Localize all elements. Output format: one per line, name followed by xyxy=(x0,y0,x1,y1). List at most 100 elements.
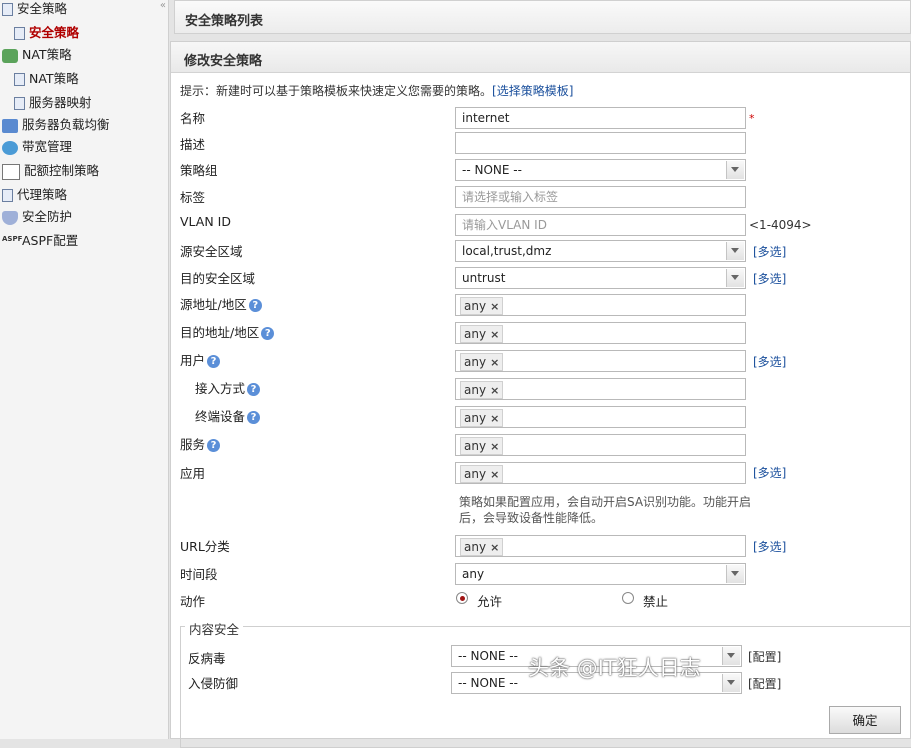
remove-tag-icon[interactable]: × xyxy=(490,300,499,313)
sidebar-item-protection[interactable]: 安全防护 xyxy=(2,206,72,228)
proxy-icon xyxy=(2,189,13,202)
chevron-down-icon[interactable] xyxy=(726,242,744,260)
server-lb-icon xyxy=(2,118,18,133)
src-zone-select[interactable]: local,trust,dmz xyxy=(455,240,746,262)
policy-doc-icon xyxy=(2,3,13,16)
antivirus-config-link[interactable]: [配置] xyxy=(748,648,781,665)
app-multi-link[interactable]: [多选] xyxy=(753,464,786,481)
chevron-down-icon[interactable] xyxy=(722,674,740,692)
deny-label: 禁止 xyxy=(643,594,669,609)
dst-zone-multi-link[interactable]: [多选] xyxy=(753,270,786,287)
user-label: 用户? xyxy=(180,350,221,369)
time-select[interactable]: any xyxy=(455,563,746,585)
url-input[interactable]: any × xyxy=(455,535,746,557)
ok-button[interactable]: 确定 xyxy=(829,706,901,734)
src-zone-label: 源安全区域 xyxy=(180,244,243,259)
dst-addr-label: 目的地址/地区? xyxy=(180,322,275,341)
sidebar-item-proxy[interactable]: 代理策略 xyxy=(2,184,67,206)
chevron-down-icon[interactable] xyxy=(722,647,740,665)
src-addr-label: 源地址/地区? xyxy=(180,294,262,313)
nat-icon xyxy=(2,48,18,63)
tag-chip: any × xyxy=(460,353,504,371)
content-security-legend: 内容安全 xyxy=(185,619,244,638)
group-label: 策略组 xyxy=(180,163,218,178)
dst-zone-select[interactable]: untrust xyxy=(455,267,746,289)
group-select[interactable]: -- NONE -- xyxy=(455,159,746,181)
server-map-icon xyxy=(14,97,25,110)
collapse-sidebar-icon[interactable]: « xyxy=(160,0,166,11)
help-icon[interactable]: ? xyxy=(207,439,221,452)
sidebar-item-server-mapping[interactable]: 服务器映射 xyxy=(14,92,92,114)
action-label: 动作 xyxy=(180,594,206,609)
tag-chip: any × xyxy=(460,297,504,315)
sidebar-item-nat-policy-group[interactable]: NAT策略 xyxy=(2,44,72,66)
ips-label: 入侵防御 xyxy=(188,676,239,691)
sidebar-item-security-policy[interactable]: 安全策略 xyxy=(14,22,79,44)
vlan-range: <1-4094> xyxy=(749,218,812,232)
tag-chip: any × xyxy=(460,437,504,455)
policy-list-title: 安全策略列表 xyxy=(185,14,264,29)
service-input[interactable]: any × xyxy=(455,434,746,456)
name-label: 名称 xyxy=(180,111,206,126)
tag-label: 标签 xyxy=(180,190,206,205)
access-input[interactable]: any × xyxy=(455,378,746,400)
vlan-input[interactable]: 请输入VLAN ID xyxy=(455,214,746,236)
app-note: 策略如果配置应用，会自动开启SA识别功能。功能开启后，会导致设备性能降低。 xyxy=(459,495,752,525)
remove-tag-icon[interactable]: × xyxy=(490,440,499,453)
tag-chip: any × xyxy=(460,325,504,343)
device-label: 终端设备? xyxy=(195,406,261,425)
tag-chip: any × xyxy=(460,465,504,483)
app-input[interactable]: any × xyxy=(455,462,746,484)
remove-tag-icon[interactable]: × xyxy=(490,356,499,369)
user-multi-link[interactable]: [多选] xyxy=(753,353,786,370)
help-icon[interactable]: ? xyxy=(207,355,221,368)
user-input[interactable]: any × xyxy=(455,350,746,372)
sidebar-item-security-policy-group[interactable]: 安全策略 xyxy=(2,0,67,20)
ips-config-link[interactable]: [配置] xyxy=(748,675,781,692)
remove-tag-icon[interactable]: × xyxy=(490,328,499,341)
url-multi-link[interactable]: [多选] xyxy=(753,538,786,555)
help-icon[interactable]: ? xyxy=(248,299,262,312)
device-input[interactable]: any × xyxy=(455,406,746,428)
desc-input[interactable] xyxy=(455,132,746,154)
sidebar-item-nat-policy[interactable]: NAT策略 xyxy=(14,68,79,90)
edit-policy-panel: 修改安全策略 提示：新建时可以基于策略模板来快速定义您需要的策略。[选择策略模板… xyxy=(170,41,911,748)
select-template-link[interactable]: [选择策略模板] xyxy=(492,84,573,98)
desc-label: 描述 xyxy=(180,137,206,152)
allow-label: 允许 xyxy=(477,594,503,609)
service-label: 服务? xyxy=(180,434,221,453)
chevron-down-icon[interactable] xyxy=(726,269,744,287)
dst-addr-input[interactable]: any × xyxy=(455,322,746,344)
remove-tag-icon[interactable]: × xyxy=(490,468,499,481)
url-label: URL分类 xyxy=(180,539,230,554)
sidebar-item-bandwidth[interactable]: 带宽管理 xyxy=(2,136,72,158)
policy-list-panel[interactable]: 安全策略列表 xyxy=(174,0,911,34)
allow-radio[interactable] xyxy=(456,592,468,604)
chevron-down-icon[interactable] xyxy=(726,161,744,179)
bandwidth-icon xyxy=(2,140,18,155)
access-label: 接入方式? xyxy=(195,378,261,397)
tag-chip: any × xyxy=(460,409,504,427)
remove-tag-icon[interactable]: × xyxy=(490,412,499,425)
help-icon[interactable]: ? xyxy=(247,383,261,396)
edit-policy-title: 修改安全策略 xyxy=(184,54,263,69)
sidebar-item-quota[interactable]: 配额控制策略 xyxy=(2,160,99,182)
remove-tag-icon[interactable]: × xyxy=(490,541,499,554)
deny-radio[interactable] xyxy=(622,592,634,604)
remove-tag-icon[interactable]: × xyxy=(490,384,499,397)
sidebar-item-aspf[interactable]: ASPFASPF配置 xyxy=(2,230,78,252)
shield-icon xyxy=(2,210,18,225)
help-icon[interactable]: ? xyxy=(261,327,275,340)
tag-chip: any × xyxy=(460,381,504,399)
chevron-down-icon[interactable] xyxy=(726,565,744,583)
tag-input[interactable]: 请选择或输入标签 xyxy=(455,186,746,208)
src-addr-input[interactable]: any × xyxy=(455,294,746,316)
panel-header: 修改安全策略 xyxy=(171,42,910,73)
src-zone-multi-link[interactable]: [多选] xyxy=(753,243,786,260)
required-mark: * xyxy=(749,112,755,125)
policy-doc-icon xyxy=(14,27,25,40)
sidebar-item-server-load-balance[interactable]: 服务器负载均衡 xyxy=(2,114,110,136)
help-icon[interactable]: ? xyxy=(247,411,261,424)
template-hint: 提示：新建时可以基于策略模板来快速定义您需要的策略。[选择策略模板] xyxy=(180,84,574,98)
name-input[interactable]: internet xyxy=(455,107,746,129)
